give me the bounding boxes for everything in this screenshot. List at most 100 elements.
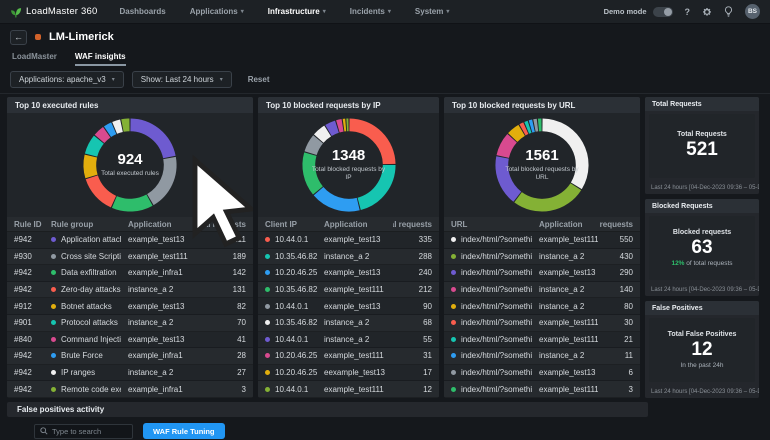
donut-segment[interactable] (318, 131, 327, 139)
timerange-filter-dropdown[interactable]: Show: Last 24 hours ▾ (132, 71, 232, 88)
lightbulb-icon[interactable] (724, 6, 733, 17)
series-color-dot (265, 387, 270, 392)
table-row[interactable]: #901Protocol attacksinstance_a 270 (7, 315, 253, 332)
table-row[interactable]: 10.35.46.82example_test111212 (258, 282, 439, 299)
series-color-dot (451, 337, 456, 342)
table-row[interactable]: 10.20.46.255eexample_test1317 (258, 365, 439, 382)
card-metric-value: 521 (686, 140, 718, 161)
table-row[interactable]: index/html/?something003=…example_test13… (444, 365, 640, 382)
donut-segment[interactable] (99, 132, 106, 139)
donut-segment[interactable] (91, 140, 99, 155)
donut-segment[interactable] (542, 125, 582, 186)
table-row[interactable]: 10.44.0.1example_test13335 (258, 232, 439, 249)
table-cell: 142 (201, 268, 253, 277)
donut-segment[interactable] (337, 125, 342, 126)
table-row[interactable]: #942Remote code execution (RCE)example_i… (7, 381, 253, 398)
table-cell: 3 (201, 385, 253, 394)
table-row[interactable]: #930Cross site Scripting (XSS)example_te… (7, 249, 253, 266)
page-header: ← LM-Limerick (0, 24, 770, 50)
waf-rule-tuning-button[interactable]: WAF Rule Tuning (143, 423, 225, 439)
table-row[interactable]: index/html/?something003=…example_test11… (444, 315, 640, 332)
table-row[interactable]: index/html/?something003=…example_test11… (444, 232, 640, 249)
table-row[interactable]: index/html/?something003=…example_test13… (444, 265, 640, 282)
filter-bar: Applications: apache_v3 ▾ Show: Last 24 … (0, 66, 770, 94)
table-row[interactable]: #942IP rangesinstance_a 227 (7, 365, 253, 382)
table-row[interactable]: index/html/?something003=…instance_a 243… (444, 249, 640, 266)
donut-segment[interactable] (92, 177, 114, 201)
table-cell: 3 (598, 385, 640, 394)
table-row[interactable]: index/html/?something003=…example_test11… (444, 381, 640, 398)
table-row[interactable]: #942Data exfiltrationexample_infra1142 (7, 265, 253, 282)
table-cell: index/html/?something003=… (444, 235, 532, 244)
nav-item-dashboards[interactable]: Dashboards (119, 7, 165, 16)
table-row[interactable]: index/html/?something003=…instance_a 211 (444, 348, 640, 365)
table-cell: 240 (393, 268, 439, 277)
reset-filters-link[interactable]: Reset (248, 75, 270, 84)
subtext: In the past 24h (680, 362, 723, 369)
gear-icon[interactable] (702, 7, 712, 17)
applications-filter-dropdown[interactable]: Applications: apache_v3 ▾ (10, 71, 124, 88)
help-icon[interactable]: ? (685, 7, 691, 17)
donut-segment[interactable] (513, 130, 522, 137)
donut-segment[interactable] (523, 128, 526, 130)
table-cell: #840 (7, 335, 44, 344)
donut-segment[interactable] (150, 158, 170, 200)
table-cell: 31 (393, 351, 439, 360)
table-row[interactable]: index/html/?something003=…instance_a 214… (444, 282, 640, 299)
tab-waf-insights[interactable]: WAF insights (75, 52, 126, 66)
table-row[interactable]: 10.20.46.255example_test13240 (258, 265, 439, 282)
back-button[interactable]: ← (10, 30, 27, 45)
app-logo[interactable]: LoadMaster 360 (10, 5, 97, 18)
donut-segment[interactable] (114, 200, 149, 205)
nav-item-applications[interactable]: Applications▾ (190, 7, 244, 16)
donut-segment[interactable] (531, 126, 534, 127)
table-row[interactable]: 10.35.46.82instance_a 2288 (258, 249, 439, 266)
donut-segment[interactable] (318, 191, 358, 205)
column-header: Application (121, 220, 201, 229)
user-avatar[interactable]: BS (745, 4, 760, 19)
nav-item-system[interactable]: System▾ (415, 7, 449, 16)
table-cell: Zero-day attacks (44, 285, 121, 294)
table-cell: 212 (393, 285, 439, 294)
donut-segment[interactable] (115, 126, 122, 128)
donut-segment[interactable] (108, 128, 114, 131)
search-input[interactable] (52, 427, 127, 436)
table-cell: 290 (598, 268, 640, 277)
donut-segment[interactable] (503, 138, 512, 156)
nav-item-infrastructure[interactable]: Infrastructure▾ (268, 7, 326, 16)
nav-item-incidents[interactable]: Incidents▾ (350, 7, 391, 16)
table-row[interactable]: 10.44.0.1example_test11112 (258, 381, 439, 398)
table-row[interactable]: index/html/?something003=…example_test11… (444, 332, 640, 349)
donut-segment[interactable] (527, 127, 530, 128)
table-row[interactable]: #942Brute Forceexample_infra128 (7, 348, 253, 365)
table-row[interactable]: #912Botnet attacksexample_test1382 (7, 298, 253, 315)
donut-segment[interactable] (349, 125, 389, 164)
donut-segment[interactable] (310, 139, 317, 153)
table-header-row: URLApplicationTotal requests (444, 217, 640, 232)
table-cell: 55 (393, 335, 439, 344)
table-row[interactable]: #942Zero-day attacksinstance_a 2131 (7, 282, 253, 299)
table-row[interactable]: #840Command Injectionexample_test1341 (7, 332, 253, 349)
table-cell: 288 (393, 252, 439, 261)
table-cell: #901 (7, 318, 44, 327)
donut-segment[interactable] (130, 125, 169, 157)
table-cell: index/html/?something003=… (444, 368, 532, 377)
demo-mode-toggle[interactable] (653, 7, 673, 17)
table-row[interactable]: 10.35.46.82instance_a 268 (258, 315, 439, 332)
donut-segment[interactable] (359, 165, 389, 204)
series-color-dot (451, 320, 456, 325)
search-box[interactable] (34, 424, 133, 439)
table-row[interactable]: 10.20.46.255example_test11131 (258, 348, 439, 365)
table-row[interactable]: #942Application attack SQLexample_test13… (7, 232, 253, 249)
table-row[interactable]: 10.44.0.1instance_a 255 (258, 332, 439, 349)
donut-segment[interactable] (502, 157, 517, 196)
donut-segment[interactable] (308, 154, 317, 190)
donut-segment[interactable] (328, 127, 336, 131)
donut-segment[interactable] (90, 156, 92, 176)
table-row[interactable]: index/html/?something003=…instance_a 280 (444, 298, 640, 315)
tab-loadmaster[interactable]: LoadMaster (12, 52, 57, 66)
donut-segment[interactable] (122, 125, 129, 126)
donut-segment[interactable] (518, 187, 576, 206)
table-row[interactable]: 10.44.0.1example_test1390 (258, 298, 439, 315)
page-title: LM-Limerick (49, 31, 114, 43)
